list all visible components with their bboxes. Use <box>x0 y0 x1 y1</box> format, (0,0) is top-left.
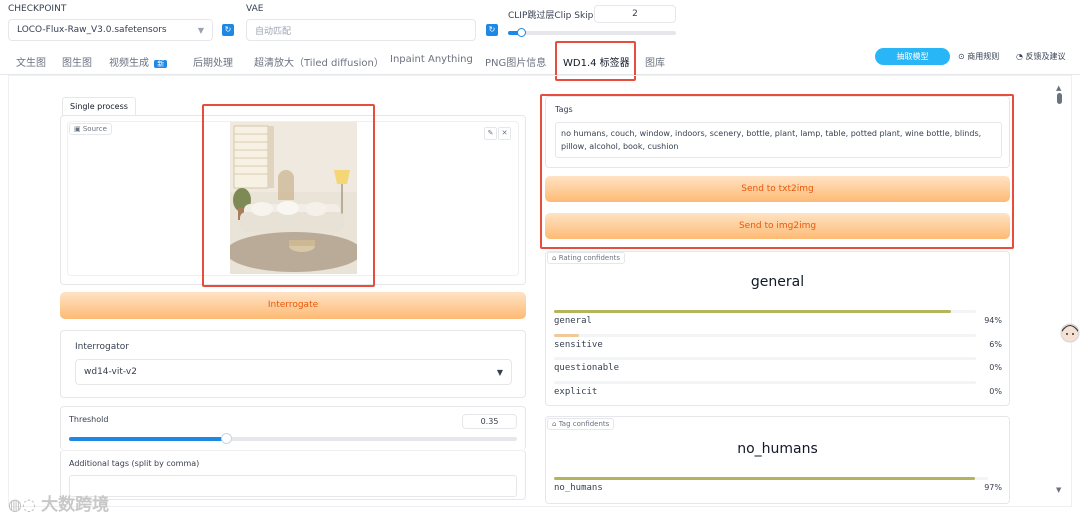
tab-video[interactable]: 视频生成 新 <box>109 54 168 69</box>
feedback-icon: ◔ <box>1016 52 1023 61</box>
scroll-down-icon[interactable]: ▼ <box>1056 486 1061 494</box>
vae-value: 自动匹配 <box>255 26 292 37</box>
tab-png-info[interactable]: PNG图片信息 <box>485 54 546 69</box>
label-icon: ⌂ <box>552 254 557 262</box>
scrollbar-thumb[interactable] <box>1057 93 1062 104</box>
primary-action-label: 抽取模型 <box>896 52 929 61</box>
tag-confidents-label: ⌂ Tag confidents <box>547 418 615 430</box>
highlight-box-tags <box>540 94 1014 249</box>
rating-label-text: Rating confidents <box>558 254 621 262</box>
confidence-percent: 0% <box>989 386 1002 396</box>
interrogator-value: wd14-vit-v2 <box>84 367 137 377</box>
tag-confidents-label-text: Tag confidents <box>558 420 610 428</box>
checkpoint-select[interactable]: LOCO-Flux-Raw_V3.0.safetensors ▼ <box>8 19 213 41</box>
clip-skip-slider[interactable] <box>508 28 676 37</box>
interrogate-button[interactable]: Interrogate <box>60 292 526 319</box>
threshold-slider-fill <box>69 437 226 441</box>
commercial-rules-label: 商用规则 <box>967 52 1000 61</box>
tab-gallery[interactable]: 图库 <box>645 54 665 69</box>
watermark: ◍◌ 大数跨境 <box>8 490 109 515</box>
subtab-single-process[interactable]: Single process <box>62 97 136 116</box>
avatar[interactable] <box>1060 322 1080 344</box>
confidence-bar <box>554 380 976 384</box>
clip-skip-value: 2 <box>632 9 638 19</box>
threshold-value: 0.35 <box>480 417 499 426</box>
confidence-bar-fill <box>554 333 580 337</box>
tab-txt2img[interactable]: 文生图 <box>16 54 46 69</box>
scroll-up-icon[interactable]: ▲ <box>1056 84 1061 92</box>
threshold-label: Threshold <box>69 415 109 424</box>
source-label-text: Source <box>82 125 107 133</box>
caret-down-icon: ▼ <box>496 368 503 377</box>
edit-icon[interactable]: ✎ <box>484 127 497 140</box>
confidence-percent: 94% <box>984 316 1002 325</box>
checkpoint-value: LOCO-Flux-Raw_V3.0.safetensors <box>17 25 167 35</box>
tab-video-label: 视频生成 <box>109 58 149 69</box>
confidence-name: no_humans <box>554 483 603 493</box>
vae-select[interactable]: 自动匹配 <box>246 19 476 41</box>
confidence-bar <box>554 333 976 337</box>
rating-top-label: general <box>750 274 805 290</box>
interrogator-label: Interrogator <box>75 342 129 352</box>
highlight-box-image <box>202 104 375 287</box>
interrogator-select[interactable]: wd14-vit-v2 ▼ <box>75 359 512 385</box>
tag-top-label: no_humans <box>737 441 818 457</box>
confidence-percent: 6% <box>989 339 1002 349</box>
vae-label: VAE <box>246 4 264 14</box>
confidence-bar <box>554 477 988 480</box>
commercial-rules-link[interactable]: ⊙ 商用规则 <box>958 51 999 62</box>
label-icon: ⌂ <box>552 420 557 428</box>
additional-tags-label: Additional tags (split by comma) <box>69 459 200 468</box>
logo-icon: ◍◌ <box>8 495 36 514</box>
feedback-label: 反馈及建议 <box>1025 52 1066 61</box>
primary-action-button[interactable]: 抽取模型 <box>875 48 950 65</box>
confidence-percent: 97% <box>984 483 1002 492</box>
close-icon[interactable]: ✕ <box>498 127 511 140</box>
feedback-link[interactable]: ◔ 反馈及建议 <box>1016 51 1066 62</box>
clip-skip-slider-handle[interactable] <box>517 28 527 37</box>
confidence-name: general <box>554 316 592 326</box>
tab-tiled-diffusion[interactable]: 超清放大（Tiled diffusion） <box>254 54 384 69</box>
confidence-bar <box>554 357 976 360</box>
confidence-bar <box>554 310 976 313</box>
tag-confidents-panel <box>545 416 1010 504</box>
vae-refresh-icon[interactable]: ↻ <box>486 24 498 36</box>
confidence-bar-fill <box>554 477 975 480</box>
tab-inpaint-anything[interactable]: Inpaint Anything <box>390 54 473 65</box>
tab-img2img[interactable]: 图生图 <box>62 54 92 69</box>
confidence-bar-fill <box>554 310 951 313</box>
refresh-icon[interactable]: ↻ <box>222 24 234 36</box>
clip-skip-input[interactable]: 2 <box>594 5 676 23</box>
confidence-percent: 0% <box>989 363 1002 372</box>
source-label: ▣ Source <box>69 123 112 135</box>
clip-skip-label: CLIP跳过层Clip Skip <box>508 11 594 21</box>
checkpoint-label: CHECKPOINT <box>8 4 67 14</box>
threshold-slider[interactable] <box>69 433 517 444</box>
chevron-down-icon: ▼ <box>197 26 204 35</box>
new-badge: 新 <box>154 60 168 68</box>
additional-tags-input[interactable] <box>69 475 517 497</box>
shield-icon: ⊙ <box>958 52 965 61</box>
rating-label: ⌂ Rating confidents <box>547 252 626 264</box>
image-icon: ▣ <box>74 125 81 133</box>
confidence-name: questionable <box>554 363 620 373</box>
confidence-name: explicit <box>554 386 598 397</box>
main-tabs: 文生图 图生图 视频生成 新 后期处理 超清放大（Tiled diffusion… <box>0 48 1080 75</box>
confidence-name: sensitive <box>554 339 603 350</box>
threshold-input[interactable]: 0.35 <box>462 414 517 429</box>
tab-postprocess[interactable]: 后期处理 <box>193 54 233 69</box>
threshold-slider-handle[interactable] <box>220 433 232 444</box>
watermark-text: 大数跨境 <box>41 495 110 515</box>
threshold-panel <box>60 406 526 450</box>
